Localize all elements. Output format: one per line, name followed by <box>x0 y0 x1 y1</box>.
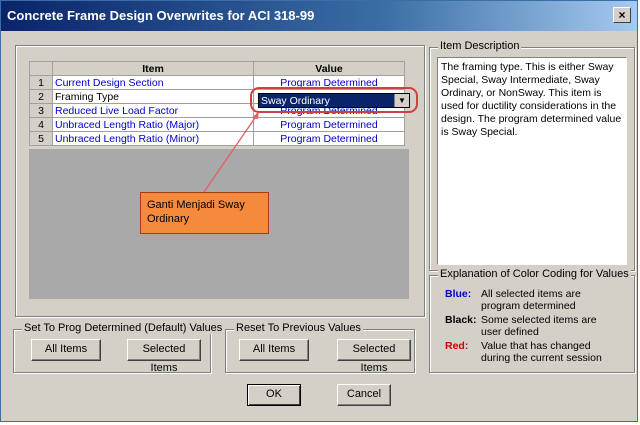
grid-header-row: Item Value <box>29 61 405 76</box>
window-title: Concrete Frame Design Overwrites for ACI… <box>7 8 315 23</box>
title-bar: Concrete Frame Design Overwrites for ACI… <box>1 1 637 31</box>
column-header-item[interactable]: Item <box>52 61 254 76</box>
set-default-label: Set To Prog Determined (Default) Values <box>22 322 225 334</box>
row-number: 1 <box>29 75 53 90</box>
legend-key-black: Black: <box>445 314 477 326</box>
table-row[interactable]: 4 Unbraced Length Ratio (Major) Program … <box>29 117 405 132</box>
color-legend-label: Explanation of Color Coding for Values <box>438 268 631 280</box>
close-button[interactable]: × <box>613 7 631 23</box>
reset-all-items-button[interactable]: All Items <box>239 339 309 361</box>
default-all-items-button[interactable]: All Items <box>31 339 101 361</box>
ok-button[interactable]: OK <box>247 384 301 406</box>
row-item[interactable]: Current Design Section <box>52 75 254 90</box>
row-item[interactable]: Reduced Live Load Factor <box>52 103 254 118</box>
row-number: 3 <box>29 103 53 118</box>
column-header-value[interactable]: Value <box>253 61 405 76</box>
legend-key-blue: Blue: <box>445 288 472 300</box>
legend-text-black: Some selected items are user defined <box>481 314 597 338</box>
item-description-text: The framing type. This is either Sway Sp… <box>437 57 627 265</box>
row-item[interactable]: Unbraced Length Ratio (Major) <box>52 117 254 132</box>
annotation-callout: Ganti Menjadi Sway Ordinary <box>140 192 269 234</box>
row-value[interactable]: Program Determined <box>253 117 405 132</box>
dialog-window: Concrete Frame Design Overwrites for ACI… <box>0 0 638 422</box>
row-value[interactable]: Program Determined <box>253 131 405 146</box>
default-selected-items-button[interactable]: Selected Items <box>127 339 201 374</box>
cancel-button[interactable]: Cancel <box>337 384 391 406</box>
legend-text-blue: All selected items are program determine… <box>481 288 581 312</box>
row-number: 2 <box>29 89 53 104</box>
row-number: 5 <box>29 131 53 146</box>
row-number: 4 <box>29 117 53 132</box>
row-item[interactable]: Unbraced Length Ratio (Minor) <box>52 131 254 146</box>
row-item[interactable]: Framing Type <box>52 89 254 104</box>
item-description-label: Item Description <box>438 40 522 52</box>
legend-key-red: Red: <box>445 340 469 352</box>
reset-selected-items-button[interactable]: Selected Items <box>337 339 411 374</box>
reset-previous-label: Reset To Previous Values <box>234 322 363 334</box>
table-row[interactable]: 5 Unbraced Length Ratio (Minor) Program … <box>29 131 405 146</box>
legend-text-red: Value that has changed during the curren… <box>481 340 602 364</box>
grid-corner <box>29 61 53 76</box>
highlight-ring <box>250 87 418 113</box>
